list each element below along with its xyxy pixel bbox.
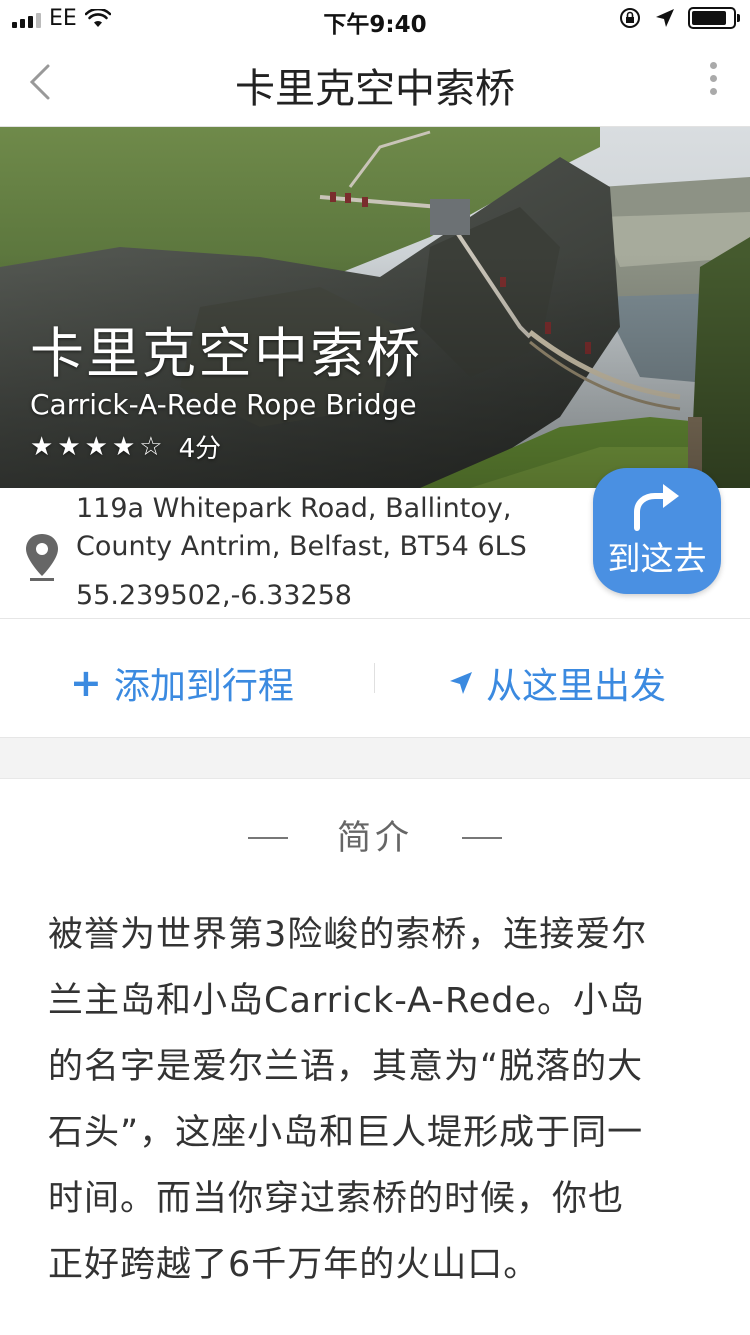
location-pin-icon [26,534,58,581]
navigation-arrow-icon [450,672,472,694]
page-title: 卡里克空中索桥 [235,66,515,112]
status-right [618,6,740,30]
intro-title: 简介 [337,818,413,858]
hero-title-cn: 卡里克空中索桥 [30,322,422,385]
address-line-2: County Antrim, Belfast, BT54 6LS [76,531,527,562]
star-filled-icon: ★ [84,431,108,462]
heading-line-right [462,837,502,839]
turn-arrow-icon [634,484,679,531]
intro-line: 被誉为世界第3险峻的索桥，连接爱尔 [48,915,648,955]
location-arrow-icon [656,9,674,27]
hero-overlay: 卡里克空中索桥 Carrick-A-Rede Rope Bridge ★ ★ ★… [30,322,422,465]
rating-score: 4分 [178,434,222,464]
address-text: 119a Whitepark Road, Ballintoy, County A… [76,490,527,566]
goto-label: 到这去 [607,539,707,578]
status-bar: EE 下午9:40 [0,0,750,38]
section-divider [0,738,750,779]
goto-button[interactable]: 到这去 [593,468,721,594]
hero-image: 卡里克空中索桥 Carrick-A-Rede Rope Bridge ★ ★ ★… [0,127,750,488]
star-filled-icon: ★ [30,431,54,462]
action-bar: + 添加到行程 从这里出发 [0,619,750,738]
intro-line: 石头”，这座小岛和巨人堤形成于同一 [48,1113,644,1153]
depart-from-here-button[interactable]: 从这里出发 [448,657,666,709]
intro-heading: 简介 [0,815,750,865]
intro-body: 被誉为世界第3险峻的索桥，连接爱尔 兰主岛和小岛Carrick-A-Rede。小… [48,902,703,1298]
plus-icon: + [70,661,102,705]
coordinates: 55.239502,-6.33258 [76,580,352,611]
intro-line: 时间。而当你穿过索桥的时候，你也 [48,1179,625,1219]
depart-from-here-label: 从这里出发 [486,666,667,707]
navigation-bar: 卡里克空中索桥 [0,38,750,127]
rating-stars: ★ ★ ★ ★ ☆ 4分 [30,428,422,465]
star-empty-icon: ☆ [139,431,163,462]
actions-divider [374,663,375,693]
intro-line: 兰主岛和小岛Carrick-A-Rede。小岛 [48,981,645,1021]
add-to-itinerary-label: 添加到行程 [113,666,294,707]
address-line-1: 119a Whitepark Road, Ballintoy, [76,493,512,524]
intro-line: 正好跨越了6千万年的火山口。 [48,1245,540,1285]
star-filled-icon: ★ [111,431,136,462]
intro-line: 的名字是爱尔兰语，其意为“脱落的大 [48,1047,644,1087]
star-filled-icon: ★ [57,431,81,462]
heading-line-left [248,837,288,839]
more-options-icon[interactable] [706,62,720,102]
hero-title-en: Carrick-A-Rede Rope Bridge [30,388,417,421]
orientation-lock-icon [620,8,640,28]
add-to-itinerary-button[interactable]: + 添加到行程 [70,657,294,709]
battery-icon [688,7,740,29]
